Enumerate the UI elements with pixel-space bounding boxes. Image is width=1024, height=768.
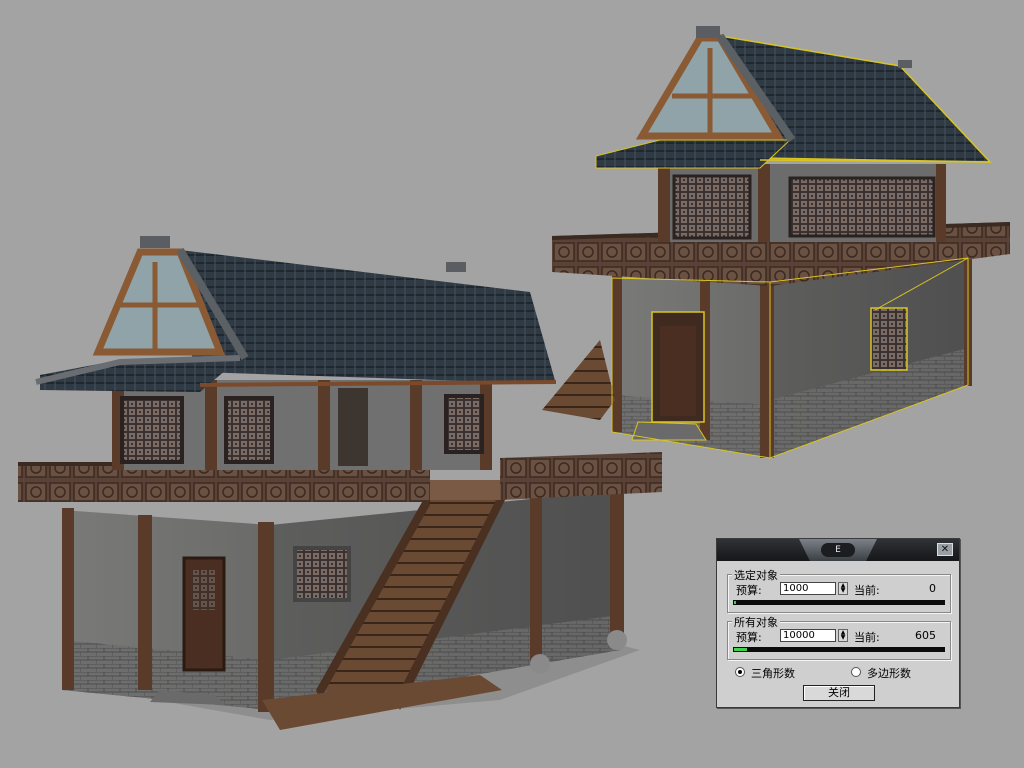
all-current-label: 当前: — [854, 631, 880, 644]
all-objects-group: 所有对象 预算: 10000 ▲ ▼ 当前: 605 — [727, 614, 951, 660]
all-progress-bar — [733, 647, 945, 652]
close-icon[interactable]: ✕ — [937, 543, 953, 556]
polygons-radio[interactable] — [851, 667, 861, 677]
all-budget-spinner[interactable]: ▲ ▼ — [838, 629, 848, 642]
selected-progress-fill — [734, 601, 737, 604]
selected-budget-spinner[interactable]: ▲ ▼ — [838, 582, 848, 595]
selected-budget-label: 预算: — [736, 584, 762, 597]
all-objects-title: 所有对象 — [732, 614, 780, 630]
house-model-left[interactable] — [18, 236, 662, 730]
polygons-label: 多边形数 — [867, 667, 911, 680]
all-progress-fill — [734, 648, 747, 651]
app-logo-icon: E — [821, 543, 855, 557]
selected-objects-group: 选定对象 预算: 1000 ▲ ▼ 当前: 0 — [727, 567, 951, 613]
triangles-label: 三角形数 — [751, 667, 795, 680]
selected-progress-bar — [733, 600, 945, 605]
all-current-value: 605 — [915, 629, 936, 642]
house-model-right[interactable] — [542, 26, 1010, 459]
close-button[interactable]: 关闭 — [803, 685, 875, 701]
dialog-titlebar[interactable]: E ✕ — [717, 539, 959, 561]
selected-objects-title: 选定对象 — [732, 567, 780, 583]
all-budget-label: 预算: — [736, 631, 762, 644]
selected-budget-input[interactable]: 1000 — [780, 582, 836, 595]
all-budget-input[interactable]: 10000 — [780, 629, 836, 642]
triangles-radio[interactable] — [735, 667, 745, 677]
selected-current-value: 0 — [929, 582, 936, 595]
selected-current-label: 当前: — [854, 584, 880, 597]
polygon-counter-dialog: E ✕ 选定对象 预算: 1000 ▲ ▼ 当前: 0 所有对象 预算: 1000… — [716, 538, 960, 708]
